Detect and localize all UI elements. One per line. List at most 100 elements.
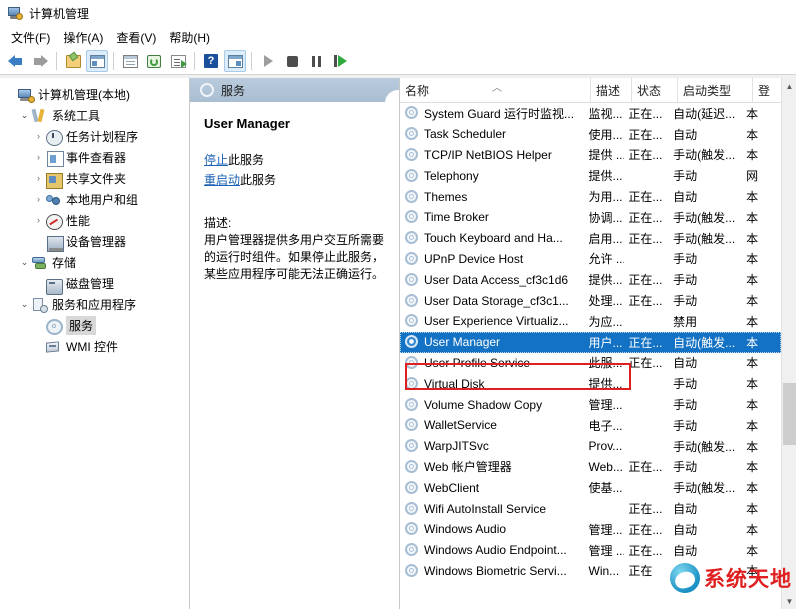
- cell-name: Virtual Disk: [400, 376, 585, 391]
- cell-logon: 本: [746, 502, 759, 517]
- table-row[interactable]: Telephony 提供... 手动 网: [400, 165, 781, 186]
- toolbar-separator: [194, 52, 195, 70]
- stop-service-icon[interactable]: [281, 50, 303, 72]
- tree-item-label: 服务: [66, 316, 97, 335]
- table-row[interactable]: WarpJITSvc Prov... 手动(触发... 本: [400, 436, 781, 457]
- tree-item-3[interactable]: › 事件查看器: [0, 147, 189, 168]
- restart-service-link[interactable]: 重启动: [204, 173, 240, 187]
- table-row[interactable]: Windows Audio Endpoint... 管理 ... 正在... 自动 本: [400, 540, 781, 561]
- table-row[interactable]: User Data Storage_cf3c1... 处理... 正在... 手动 本: [400, 290, 781, 311]
- refresh-icon[interactable]: [143, 50, 165, 72]
- service-name-text: Windows Biometric Servi...: [424, 563, 567, 578]
- pause-service-icon[interactable]: [305, 50, 327, 72]
- stop-service-link[interactable]: 停止: [204, 153, 228, 167]
- tree-item-8[interactable]: ⌄ 存储: [0, 252, 189, 273]
- table-row[interactable]: TCP/IP NetBIOS Helper 提供 ... 正在... 手动(触发...…: [400, 145, 781, 166]
- tree-item-12[interactable]: WMI 控件: [0, 336, 189, 357]
- table-row[interactable]: Time Broker 协调... 正在... 手动(触发... 本: [400, 207, 781, 228]
- table-row[interactable]: User Profile Service 此服... 正在... 自动 本: [400, 353, 781, 374]
- cell-status: 正在...: [628, 127, 663, 142]
- start-service-icon[interactable]: [257, 50, 279, 72]
- table-row[interactable]: Windows Audio 管理... 正在... 自动 本: [400, 519, 781, 540]
- tree-item-label: 任务计划程序: [66, 130, 139, 144]
- service-gear-icon: [405, 543, 419, 557]
- table-row[interactable]: WebClient 使基... 手动(触发... 本: [400, 477, 781, 498]
- cell-startup: 手动: [673, 460, 698, 475]
- console-tree[interactable]: 计算机管理(本地) ⌄ 系统工具 › 任务计划程序 › 事件查看器 › 共享文件夹 › 本地用户和组…: [0, 78, 190, 609]
- table-row[interactable]: Wifi AutoInstall Service 正在... 自动 本: [400, 498, 781, 519]
- chevron-right-icon[interactable]: ›: [32, 168, 45, 189]
- back-arrow-icon[interactable]: [5, 50, 27, 72]
- scrollbar-thumb[interactable]: [783, 383, 796, 445]
- menu-item-help[interactable]: 帮助(H): [165, 27, 219, 48]
- cell-startup: 手动: [673, 398, 698, 413]
- column-header-startup[interactable]: 启动类型: [677, 78, 752, 102]
- scroll-up-arrow[interactable]: ▲: [782, 78, 796, 94]
- column-header-desc[interactable]: 描述: [590, 78, 631, 102]
- cell-status: 正在...: [628, 543, 663, 558]
- show-console-tree-icon[interactable]: [86, 50, 108, 72]
- cell-logon: 本: [746, 356, 759, 371]
- chevron-right-icon[interactable]: ›: [32, 126, 45, 147]
- table-row[interactable]: User Experience Virtualiz... 为应... 禁用 本: [400, 311, 781, 332]
- properties-icon[interactable]: [119, 50, 141, 72]
- help-icon[interactable]: ?: [200, 50, 222, 72]
- menu-item-file[interactable]: 文件(F): [7, 27, 59, 48]
- chevron-right-icon[interactable]: ›: [32, 147, 45, 168]
- menu-item-action[interactable]: 操作(A): [59, 27, 112, 48]
- cell-name: Windows Audio Endpoint...: [400, 543, 585, 557]
- tree-item-9[interactable]: 磁盘管理: [0, 273, 189, 295]
- vertical-scrollbar[interactable]: ▲ ▼: [781, 78, 796, 609]
- table-row[interactable]: UPnP Device Host 允许 ... 手动 本: [400, 249, 781, 270]
- chevron-down-icon[interactable]: ⌄: [18, 294, 31, 315]
- show-action-pane-icon[interactable]: [224, 50, 246, 72]
- tree-item-6[interactable]: › 性能: [0, 210, 189, 231]
- chevron-right-icon[interactable]: ›: [32, 189, 45, 210]
- tree-item-2[interactable]: › 任务计划程序: [0, 126, 189, 147]
- table-row[interactable]: User Data Access_cf3c1d6 提供... 正在... 手动 本: [400, 269, 781, 290]
- column-header-label: 状态: [637, 83, 662, 98]
- chevron-down-icon[interactable]: ⌄: [18, 105, 31, 126]
- detail-pane-header: 服务: [190, 78, 399, 116]
- tree-item-4[interactable]: › 共享文件夹: [0, 168, 189, 189]
- menu-item-view[interactable]: 查看(V): [112, 27, 165, 48]
- cell-desc: 提供 ...: [588, 148, 625, 163]
- services-rows[interactable]: System Guard 运行时监视... 监视... 正在... 自动(延迟... 本…: [400, 103, 781, 609]
- restart-service-icon[interactable]: [329, 50, 351, 72]
- description-label: 描述:: [204, 216, 232, 230]
- table-row[interactable]: Task Scheduler 使用... 正在... 自动 本: [400, 124, 781, 145]
- cell-desc: 电子...: [588, 418, 623, 433]
- tree-item-10[interactable]: ⌄ 服务和应用程序: [0, 294, 189, 315]
- detail-pane-content: User Manager 停止此服务 重启动此服务 描述: 用户管理器提供多用户…: [190, 102, 399, 283]
- table-row[interactable]: System Guard 运行时监视... 监视... 正在... 自动(延迟... 本: [400, 103, 781, 124]
- tree-item-7[interactable]: 设备管理器: [0, 231, 189, 252]
- tree-item-11[interactable]: 服务: [0, 315, 189, 336]
- table-row[interactable]: Themes 为用... 正在... 自动 本: [400, 186, 781, 207]
- table-row[interactable]: Virtual Disk 提供... 手动 本: [400, 373, 781, 394]
- toolbar-separator: [113, 52, 114, 70]
- tree-item-1[interactable]: ⌄ 系统工具: [0, 105, 189, 126]
- chevron-down-icon[interactable]: ⌄: [18, 252, 31, 273]
- table-row[interactable]: Volume Shadow Copy 管理... 手动 本: [400, 394, 781, 415]
- column-header-name[interactable]: 名称 ︿: [400, 78, 590, 102]
- cell-name: Touch Keyboard and Ha...: [400, 231, 585, 245]
- service-gear-icon: [405, 335, 419, 349]
- title-bar: 计算机管理: [0, 0, 796, 26]
- scroll-down-arrow[interactable]: ▼: [782, 593, 796, 609]
- chevron-right-icon[interactable]: ›: [32, 210, 45, 231]
- tree-item-0[interactable]: 计算机管理(本地): [0, 84, 189, 105]
- cell-desc: 使基...: [588, 481, 623, 496]
- tree-item-5[interactable]: › 本地用户和组: [0, 189, 189, 210]
- up-folder-icon[interactable]: [62, 50, 84, 72]
- export-list-icon[interactable]: [167, 50, 189, 72]
- cell-logon: 本: [746, 543, 759, 558]
- table-row[interactable]: User Manager 用户... 正在... 自动(触发... 本: [400, 331, 781, 353]
- forward-arrow-icon[interactable]: [29, 50, 51, 72]
- table-row[interactable]: Touch Keyboard and Ha... 启用... 正在... 手动(触发.…: [400, 228, 781, 249]
- service-name-text: Task Scheduler: [424, 127, 507, 142]
- service-gear-icon: [405, 376, 419, 391]
- column-header-status[interactable]: 状态: [631, 78, 677, 102]
- table-row[interactable]: Web 帐户管理器 Web... 正在... 手动 本: [400, 457, 781, 478]
- table-row[interactable]: WalletService 电子... 手动 本: [400, 415, 781, 436]
- cell-startup: 手动(触发...: [673, 439, 736, 454]
